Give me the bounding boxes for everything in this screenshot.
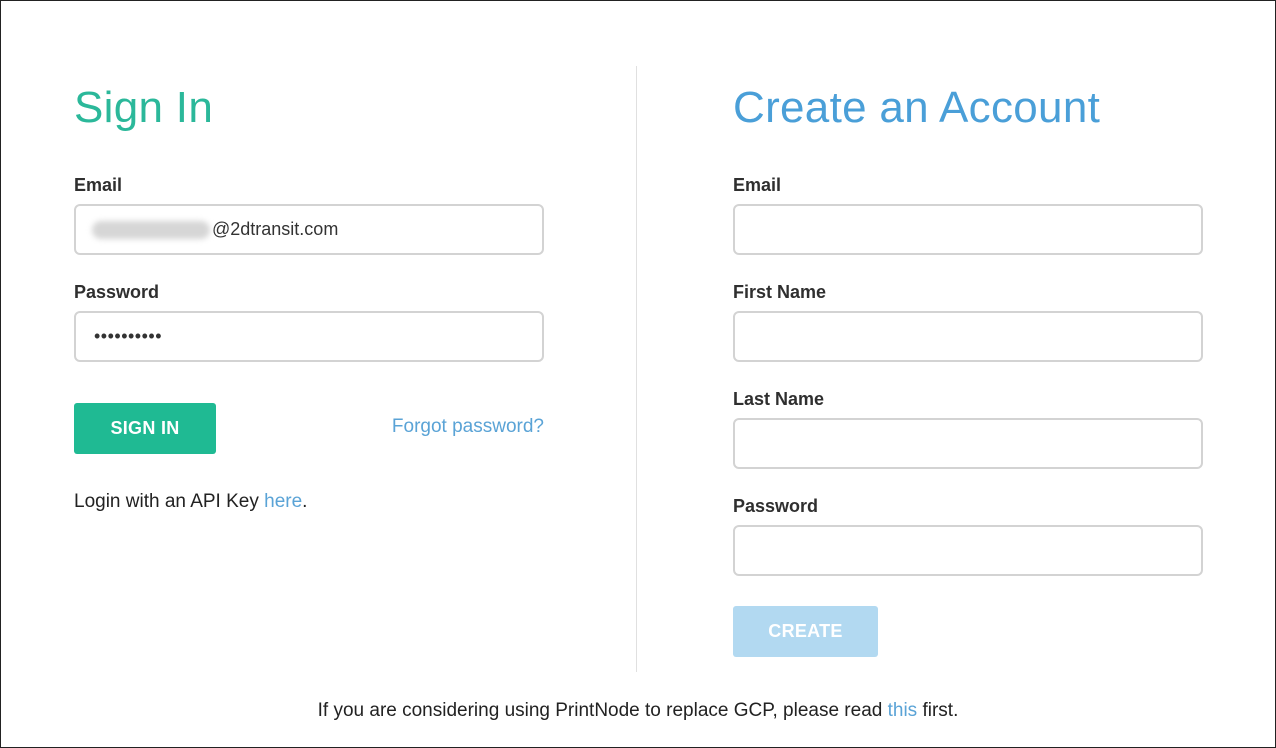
create-account-panel: Create an Account Email First Name Last … xyxy=(733,80,1203,657)
email-domain-text: @2dtransit.com xyxy=(212,219,339,239)
password-mask: •••••••••• xyxy=(94,326,163,346)
signin-password-label: Password xyxy=(74,282,160,302)
signin-panel: Sign In Email @2dtransit.com Password ••… xyxy=(74,80,544,512)
footer-prefix: If you are considering using PrintNode t… xyxy=(317,700,888,721)
create-password-label: Password xyxy=(733,496,819,516)
signin-button[interactable]: SIGN IN xyxy=(74,403,216,454)
redacted-email-user xyxy=(92,220,210,239)
create-email-input[interactable] xyxy=(733,204,1203,255)
apikey-prefix: Login with an API Key xyxy=(74,491,265,512)
footer-note: If you are considering using PrintNode t… xyxy=(0,700,1276,722)
last-name-input[interactable] xyxy=(733,418,1203,469)
signin-email-input[interactable]: @2dtransit.com xyxy=(74,204,544,255)
forgot-password-link[interactable]: Forgot password? xyxy=(392,416,544,438)
column-divider xyxy=(636,66,637,672)
signin-password-input[interactable]: •••••••••• xyxy=(74,311,544,362)
apikey-login-text: Login with an API Key here. xyxy=(74,491,307,513)
footer-this-link[interactable]: this xyxy=(888,700,918,721)
create-email-label: Email xyxy=(733,175,782,195)
signin-title: Sign In xyxy=(74,83,214,132)
last-name-label: Last Name xyxy=(733,389,825,409)
first-name-input[interactable] xyxy=(733,311,1203,362)
create-button[interactable]: CREATE xyxy=(733,606,878,657)
create-account-title: Create an Account xyxy=(733,83,1101,132)
apikey-suffix: . xyxy=(302,491,308,512)
apikey-here-link[interactable]: here xyxy=(264,491,302,512)
create-password-input[interactable] xyxy=(733,525,1203,576)
signin-email-label: Email xyxy=(74,175,123,195)
first-name-label: First Name xyxy=(733,282,827,302)
footer-suffix: first. xyxy=(917,700,959,721)
